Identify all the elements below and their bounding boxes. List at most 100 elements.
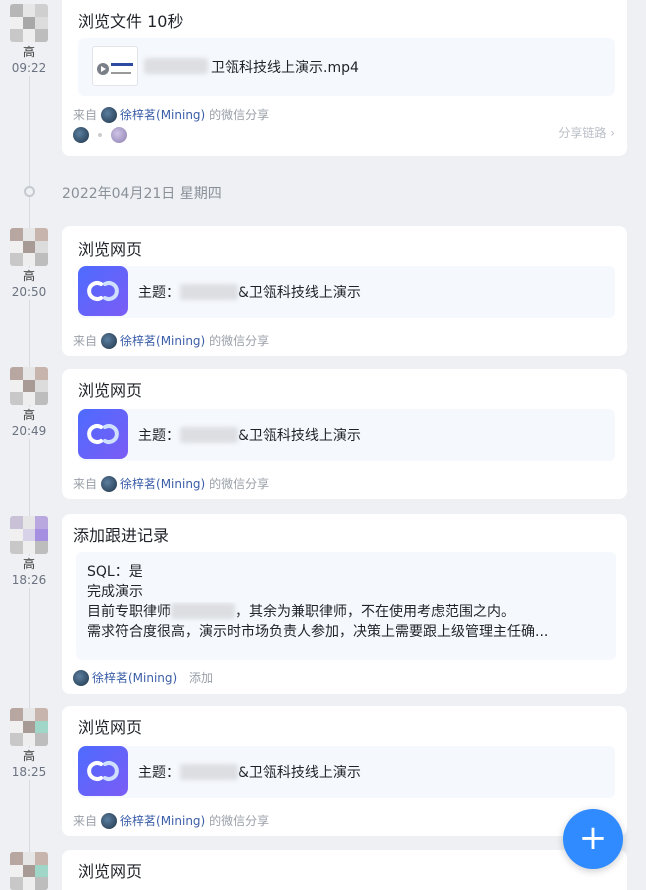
card-title: 浏览网页 — [78, 718, 143, 737]
timeline-entry-web-4: 浏览网页 — [0, 850, 646, 890]
topic-prefix: 主题： — [138, 765, 180, 781]
share-source: 来自 徐梓茗(Mining) 的微信分享 — [73, 475, 269, 492]
card-title: 浏览网页 — [78, 862, 143, 881]
web-page-link[interactable]: 主题： &卫瓴科技线上演示 — [78, 266, 615, 318]
web-visit-card[interactable]: 浏览网页 主题： &卫瓴科技线上演示 来自 徐梓茗(Mining) 的微信分享 — [62, 369, 627, 499]
avatar[interactable] — [10, 708, 48, 746]
redacted-text — [180, 764, 238, 780]
entry-user-column: 高 18:25 — [8, 708, 50, 780]
date-text: 2022年04月21日 星期四 — [62, 186, 222, 202]
card-title: 添加跟进记录 — [73, 526, 170, 545]
author-name[interactable]: 徐梓茗(Mining) — [92, 671, 177, 685]
page-topic: 主题： &卫瓴科技线上演示 — [138, 762, 361, 782]
app-icon — [78, 746, 128, 796]
web-page-link[interactable]: 主题： &卫瓴科技线上演示 — [78, 409, 615, 461]
author-avatar — [73, 670, 89, 686]
note-line: 需求符合度很高，演示时市场负责人参加，决策上需要跟上级管理主任确... — [87, 624, 549, 640]
user-short-name: 高 — [8, 556, 50, 572]
page-topic: 主题： &卫瓴科技线上演示 — [138, 425, 361, 445]
avatar[interactable] — [10, 852, 48, 890]
entry-user-column: 高 20:49 — [8, 367, 50, 439]
viewer-avatar — [111, 126, 128, 143]
share-chain-link[interactable]: 分享链路 › — [558, 124, 615, 141]
user-short-name: 高 — [8, 268, 50, 284]
share-source: 来自 徐梓茗(Mining) 的微信分享 — [73, 332, 269, 349]
followup-card[interactable]: 添加跟进记录 SQL：是 完成演示 目前专职律师 ，其余为兼职律师，不在使用考虑范… — [62, 514, 627, 694]
source-suffix: 的微信分享 — [209, 814, 270, 828]
source-prefix: 来自 — [73, 477, 98, 491]
source-suffix: 的微信分享 — [209, 334, 270, 348]
redacted-text — [180, 427, 238, 443]
link-loop-icon — [87, 761, 119, 781]
source-suffix: 的微信分享 — [209, 477, 270, 491]
sharer-avatar — [101, 107, 118, 123]
sharer-name[interactable]: 徐梓茗(Mining) — [120, 814, 205, 828]
entry-time: 18:26 — [8, 572, 50, 588]
chevron-right-icon: › — [610, 126, 615, 140]
user-short-name: 高 — [8, 44, 50, 60]
sharer-avatar — [101, 476, 118, 492]
source-prefix: 来自 — [73, 814, 98, 828]
followup-note: SQL：是 完成演示 目前专职律师 ，其余为兼职律师，不在使用考虑范围之内。 需求… — [76, 552, 616, 660]
file-attachment[interactable]: 卫瓴科技线上演示.mp4 — [78, 38, 615, 96]
note-line: SQL：是 — [87, 564, 143, 580]
sharer-avatar — [101, 813, 118, 829]
app-icon — [78, 266, 128, 316]
topic-suffix: &卫瓴科技线上演示 — [238, 765, 361, 781]
dot-separator — [98, 132, 103, 137]
link-loop-icon — [87, 424, 119, 444]
entry-user-column: 高 09:22 — [8, 4, 50, 76]
entry-user-column: 高 18:26 — [8, 516, 50, 588]
entry-user-column — [8, 852, 50, 890]
note-line: 完成演示 — [87, 584, 143, 600]
link-loop-icon — [87, 281, 119, 301]
topic-prefix: 主题： — [138, 428, 180, 444]
redacted-text — [144, 58, 208, 74]
web-visit-card[interactable]: 浏览网页 主题： &卫瓴科技线上演示 来自 徐梓茗(Mining) 的微信分享 — [62, 706, 627, 836]
video-play-icon — [97, 63, 133, 75]
user-short-name: 高 — [8, 748, 50, 764]
user-short-name: 高 — [8, 407, 50, 423]
entry-time: 20:50 — [8, 284, 50, 300]
avatar[interactable] — [10, 4, 48, 42]
avatar[interactable] — [10, 367, 48, 405]
note-line-part: 目前专职律师 — [87, 604, 171, 620]
web-page-link[interactable]: 主题： &卫瓴科技线上演示 — [78, 746, 615, 798]
share-link-label: 分享链路 — [558, 126, 607, 140]
plus-icon: + — [578, 818, 608, 858]
entry-time: 09:22 — [8, 60, 50, 76]
file-name: 卫瓴科技线上演示.mp4 — [211, 60, 359, 76]
web-visit-card[interactable]: 浏览网页 — [62, 850, 627, 890]
avatar[interactable] — [10, 516, 48, 554]
sharer-avatar — [101, 333, 118, 349]
app-icon — [78, 409, 128, 459]
entry-time: 20:49 — [8, 423, 50, 439]
share-source: 来自 徐梓茗(Mining) 的微信分享 — [73, 812, 269, 829]
web-visit-card[interactable]: 浏览网页 主题： &卫瓴科技线上演示 来自 徐梓茗(Mining) 的微信分享 — [62, 226, 627, 356]
viewer-avatars — [73, 124, 131, 143]
sharer-name[interactable]: 徐梓茗(Mining) — [120, 477, 205, 491]
card-title: 浏览文件 10秒 — [78, 12, 184, 31]
sharer-name[interactable]: 徐梓茗(Mining) — [120, 108, 205, 122]
note-line-part: ，其余为兼职律师，不在使用考虑范围之内。 — [235, 604, 515, 620]
source-prefix: 来自 — [73, 108, 98, 122]
file-card[interactable]: 浏览文件 10秒 卫瓴科技线上演示.mp4 来自 徐梓茗(Mining) 的微信分… — [62, 0, 627, 156]
page-topic: 主题： &卫瓴科技线上演示 — [138, 282, 361, 302]
avatar[interactable] — [10, 228, 48, 266]
add-button[interactable]: + — [563, 809, 623, 869]
source-suffix: 的微信分享 — [209, 108, 270, 122]
followup-author: 徐梓茗(Mining) 添加 — [73, 669, 213, 686]
entry-user-column: 高 20:50 — [8, 228, 50, 300]
note-line: 目前专职律师 ，其余为兼职律师，不在使用考虑范围之内。 — [87, 602, 605, 622]
file-thumbnail — [92, 46, 138, 86]
sharer-name[interactable]: 徐梓茗(Mining) — [120, 334, 205, 348]
share-source: 来自 徐梓茗(Mining) 的微信分享 — [73, 106, 269, 123]
topic-suffix: &卫瓴科技线上演示 — [238, 428, 361, 444]
source-prefix: 来自 — [73, 334, 98, 348]
topic-suffix: &卫瓴科技线上演示 — [238, 285, 361, 301]
entry-time: 18:25 — [8, 764, 50, 780]
card-title: 浏览网页 — [78, 381, 143, 400]
action-label: 添加 — [189, 671, 214, 685]
date-dot-icon — [24, 186, 35, 197]
topic-prefix: 主题： — [138, 285, 180, 301]
